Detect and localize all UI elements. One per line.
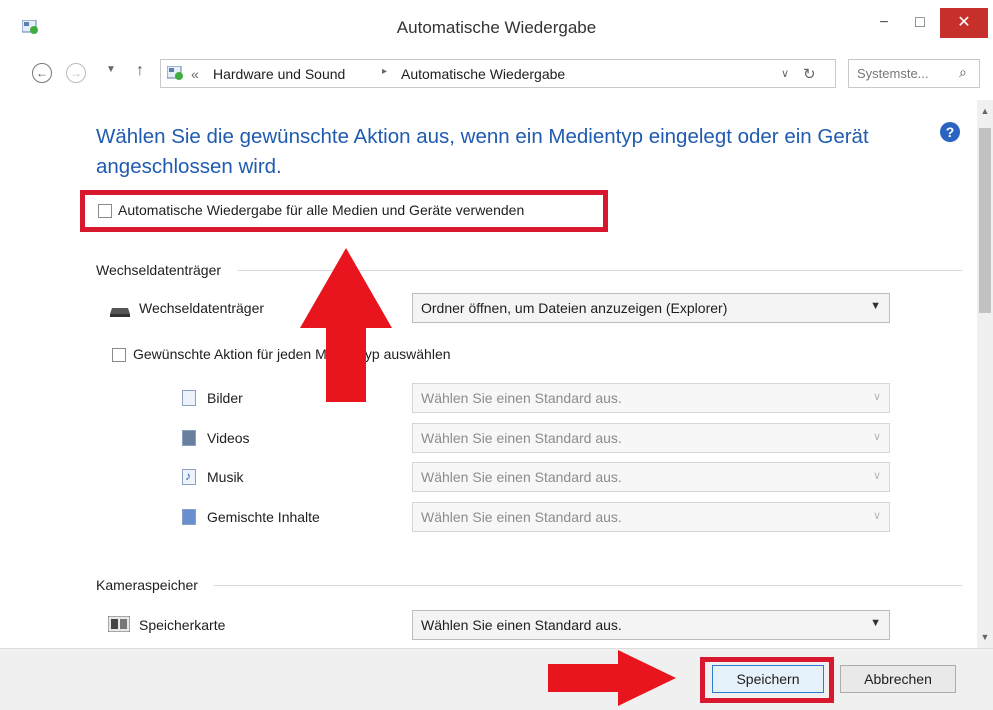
autoplay-all-checkbox-label[interactable]: Automatische Wiedergabe für alle Medien … [118,202,524,218]
address-dropdown-chevron-icon[interactable]: ∨ [781,67,789,80]
pictures-icon [182,390,196,406]
autoplay-all-checkbox[interactable] [98,204,112,218]
removable-drive-action-value: Ordner öffnen, um Dateien anzuzeigen (Ex… [421,300,728,316]
mixed-content-icon [182,509,196,525]
media-type-label-musik: Musik [207,469,244,485]
media-type-label-bilder: Bilder [207,390,243,406]
chevron-down-icon: ∨ [872,510,881,522]
media-type-label-videos: Videos [207,430,250,446]
scroll-up-arrow-icon[interactable]: ▲ [977,104,993,118]
removable-drive-label: Wechseldatenträger [139,300,265,316]
media-type-label-gemischte-inhalte: Gemischte Inhalte [207,509,320,525]
help-icon[interactable]: ? [940,122,960,142]
bilder-action-select[interactable]: Wählen Sie einen Standard aus. ∨ [412,383,890,413]
group-divider [214,585,962,586]
camera-storage-group-title: Kameraspeicher [96,577,198,593]
minimize-button[interactable]: − [866,8,902,38]
gemischte-inhalte-action-select[interactable]: Wählen Sie einen Standard aus. ∨ [412,502,890,532]
breadcrumb-separator-icon[interactable]: ▸ [382,66,387,77]
search-placeholder: Systemste... [857,66,929,81]
refresh-icon[interactable]: ↻ [803,65,816,83]
removable-drives-group-title: Wechseldatenträger [96,262,222,278]
removable-drive-action-select[interactable]: Ordner öffnen, um Dateien anzuzeigen (Ex… [412,293,890,323]
chevron-down-icon: ▼ [870,617,881,629]
musik-action-select[interactable]: Wählen Sie einen Standard aus. ∨ [412,462,890,492]
chevron-down-icon: ∨ [872,391,881,403]
musik-action-value: Wählen Sie einen Standard aus. [421,469,622,485]
music-icon: ♪ [182,469,196,485]
memory-card-label: Speicherkarte [139,617,226,633]
breadcrumb-hardware-und-sound[interactable]: Hardware und Sound [213,66,345,82]
videos-action-select[interactable]: Wählen Sie einen Standard aus. ∨ [412,423,890,453]
annotation-arrow-right-icon [548,650,676,706]
forward-arrow-icon[interactable]: → [66,63,86,83]
save-button[interactable]: Speichern [712,665,824,693]
back-arrow-icon[interactable]: ← [32,63,52,83]
memory-card-icon [108,616,130,632]
memory-card-action-select[interactable]: Wählen Sie einen Standard aus. ▼ [412,610,890,640]
recent-locations-chevron-icon[interactable]: ▼ [106,64,116,75]
memory-card-action-value: Wählen Sie einen Standard aus. [421,617,622,633]
chevron-down-icon: ∨ [872,431,881,443]
control-panel-icon [167,66,183,80]
removable-drive-icon [110,308,130,317]
chevron-down-icon: ▼ [870,300,881,312]
per-media-type-checkbox-label[interactable]: Gewünschte Aktion für jeden Medientyp au… [133,346,451,362]
search-icon[interactable]: ⌕ [959,64,967,81]
breadcrumb-overflow[interactable]: « [191,66,199,82]
maximize-button[interactable]: □ [902,8,938,38]
address-bar[interactable]: « Hardware und Sound ▸ Automatische Wied… [160,59,836,88]
search-input[interactable]: Systemste... ⌕ [848,59,980,88]
scroll-down-arrow-icon[interactable]: ▼ [977,630,993,644]
per-media-type-checkbox[interactable] [112,348,126,362]
title-bar: Automatische Wiedergabe − □ ✕ [0,0,993,50]
videos-icon [182,430,196,446]
gemischte-inhalte-action-value: Wählen Sie einen Standard aus. [421,509,622,525]
scrollbar-thumb[interactable] [979,128,991,313]
bilder-action-value: Wählen Sie einen Standard aus. [421,390,622,406]
up-arrow-icon[interactable]: ↑ [136,62,144,80]
cancel-button[interactable]: Abbrechen [840,665,956,693]
annotation-arrow-up-icon [300,248,392,402]
videos-action-value: Wählen Sie einen Standard aus. [421,430,622,446]
chevron-down-icon: ∨ [872,470,881,482]
window-title: Automatische Wiedergabe [396,18,597,37]
breadcrumb-automatische-wiedergabe[interactable]: Automatische Wiedergabe [401,66,565,82]
page-heading: Wählen Sie die gewünschte Aktion aus, we… [96,125,869,178]
close-button[interactable]: ✕ [940,8,988,38]
